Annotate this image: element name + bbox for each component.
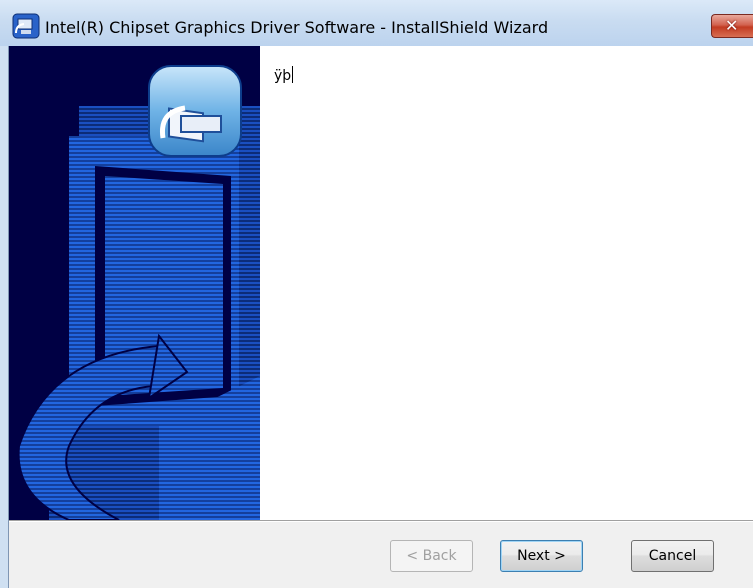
button-area-separator [9, 520, 753, 522]
body-text-value: ÿþ [274, 68, 292, 84]
installshield-app-icon [12, 13, 40, 39]
banner-computer-graphic [17, 65, 260, 520]
wizard-banner [9, 46, 260, 520]
wizard-content-panel: ÿþ [260, 46, 753, 520]
next-button[interactable]: Next > [500, 540, 583, 572]
back-button[interactable]: < Back [390, 540, 473, 572]
close-button[interactable]: ✕ [711, 14, 753, 38]
wizard-client-area: ÿþ < Back Next > Cancel [8, 46, 753, 588]
text-caret [292, 66, 294, 83]
window-titlebar[interactable]: Intel(R) Chipset Graphics Driver Softwar… [0, 0, 753, 46]
cancel-button[interactable]: Cancel [631, 540, 714, 572]
window-title: Intel(R) Chipset Graphics Driver Softwar… [45, 18, 549, 37]
close-icon: ✕ [725, 16, 739, 35]
wizard-body-text: ÿþ [274, 66, 294, 84]
